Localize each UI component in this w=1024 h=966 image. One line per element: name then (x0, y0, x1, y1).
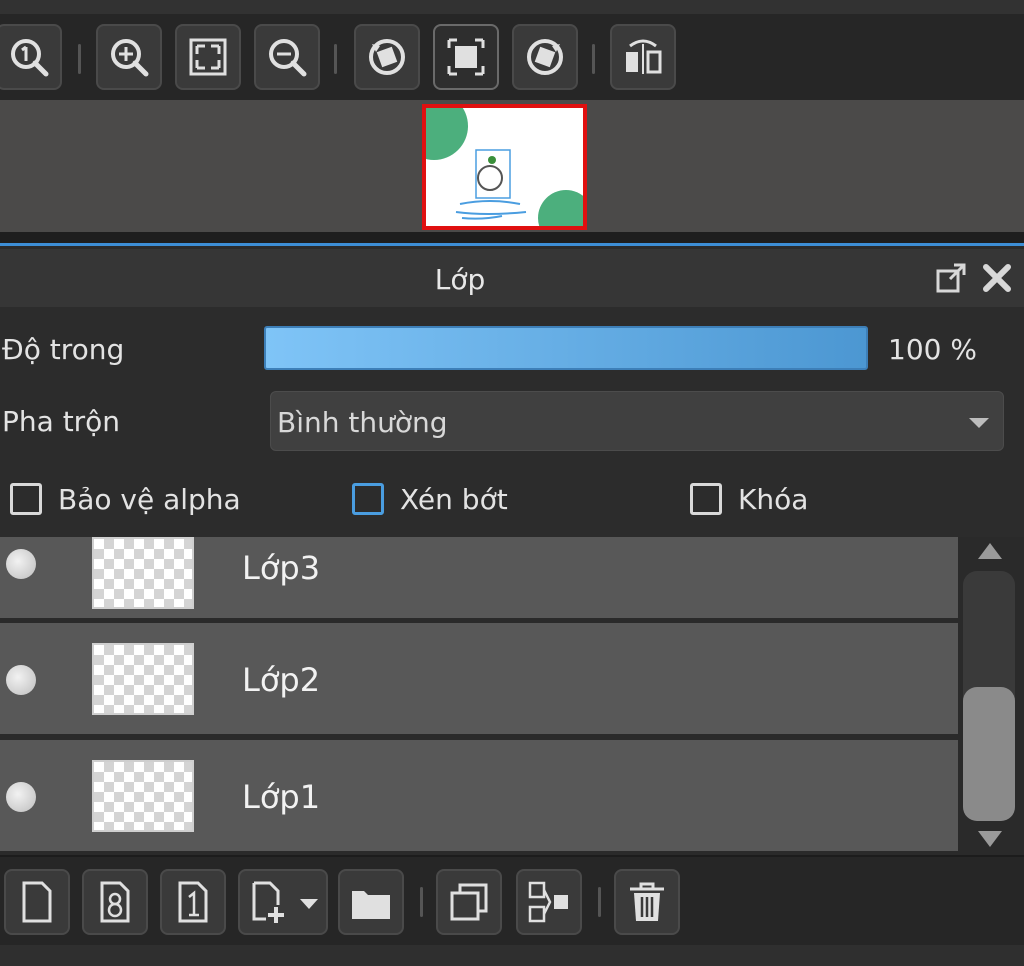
layer-name: Lớp3 (242, 549, 321, 587)
panel-title: Lớp (434, 263, 486, 296)
undock-icon[interactable] (934, 261, 968, 295)
blend-mode-label: Pha trộn (2, 405, 121, 438)
scroll-down-icon[interactable] (978, 831, 1002, 847)
new-layer-button[interactable] (4, 869, 70, 935)
new-layer-icon (22, 881, 52, 923)
toolbar-separator (598, 887, 601, 917)
duplicate-layer-icon (450, 883, 488, 921)
add-layer-menu-icon (252, 881, 284, 923)
protect-alpha-checkbox[interactable] (10, 483, 42, 515)
layer-thumbnail (92, 537, 194, 609)
blend-mode-select[interactable]: Bình thường (270, 391, 1004, 451)
visibility-toggle-icon[interactable] (6, 549, 36, 579)
fullscreen-icon (447, 38, 485, 76)
visibility-toggle-icon[interactable] (6, 665, 36, 695)
visibility-toggle-icon[interactable] (6, 782, 36, 812)
chevron-down-icon (969, 418, 989, 428)
toolbar-separator (334, 44, 337, 74)
opacity-value: 100 % (888, 333, 977, 366)
duplicate-layer-button[interactable] (436, 869, 502, 935)
blend-mode-value: Bình thường (277, 406, 448, 439)
fit-screen-icon (189, 38, 227, 76)
zoom-in-icon (111, 39, 149, 77)
zoom-out-icon (269, 39, 307, 77)
rotate-left-icon (369, 39, 405, 75)
rotate-right-icon (527, 39, 563, 75)
clipping-label: Xén bớt (400, 483, 508, 516)
lock-label: Khóa (738, 483, 809, 516)
fit-screen-button[interactable] (175, 24, 241, 90)
new-folder-button[interactable] (338, 869, 404, 935)
folder-icon (352, 891, 390, 919)
layer-list-scrollbar[interactable] (958, 537, 1024, 855)
toolbar-separator (420, 887, 423, 917)
bottom-strip (0, 945, 1024, 966)
delete-layer-button[interactable] (614, 869, 680, 935)
layer-row-1[interactable]: Lớp1 (0, 740, 958, 854)
zoom-actual-button[interactable] (0, 24, 62, 90)
opacity-slider[interactable] (264, 326, 868, 370)
clipping-checkbox[interactable] (352, 483, 384, 515)
layer-row-2[interactable]: Lớp2 (0, 623, 958, 737)
flip-button[interactable] (610, 24, 676, 90)
panel-splitter[interactable] (0, 232, 1024, 246)
navigator-toolbar (0, 14, 1024, 100)
chevron-down-icon (300, 899, 318, 909)
fullscreen-button[interactable] (433, 24, 499, 90)
close-icon[interactable] (980, 261, 1014, 295)
scroll-thumb[interactable] (963, 687, 1015, 821)
layer-name: Lớp1 (242, 778, 321, 816)
rotate-left-button[interactable] (354, 24, 420, 90)
new-1bit-layer-icon (178, 881, 208, 923)
protect-alpha-label: Bảo vệ alpha (58, 483, 241, 516)
toolbar-separator (78, 44, 81, 74)
merge-layer-icon (528, 881, 568, 923)
opacity-label: Độ trong (2, 333, 125, 366)
flip-icon (626, 39, 662, 74)
canvas-preview-image (426, 108, 583, 226)
rotate-right-button[interactable] (512, 24, 578, 90)
lock-checkbox[interactable] (690, 483, 722, 515)
new-1bit-layer-button[interactable] (160, 869, 226, 935)
toolbar-separator (592, 44, 595, 74)
scroll-up-icon[interactable] (978, 543, 1002, 559)
add-layer-menu-button[interactable] (238, 869, 328, 935)
layer-toolbar (0, 855, 1024, 945)
layer-row-3[interactable]: Lớp3 (0, 537, 958, 621)
new-8bit-layer-icon (100, 881, 130, 923)
layer-thumbnail (92, 760, 194, 832)
top-strip (0, 0, 1024, 14)
merge-layer-button[interactable] (516, 869, 582, 935)
canvas-thumbnail[interactable] (422, 104, 587, 230)
zoom-in-button[interactable] (96, 24, 162, 90)
layer-panel-header: Lớp (0, 249, 1024, 307)
new-8bit-layer-button[interactable] (82, 869, 148, 935)
zoom-actual-icon (11, 39, 49, 77)
layer-properties: Độ trong 100 % Pha trộn Bình thường Bảo … (0, 307, 1024, 537)
zoom-out-button[interactable] (254, 24, 320, 90)
layer-list: Lớp3 Lớp2 Lớp1 (0, 537, 958, 855)
layer-thumbnail (92, 643, 194, 715)
navigator-preview (0, 100, 1024, 232)
layer-name: Lớp2 (242, 661, 321, 699)
delete-icon (630, 882, 664, 921)
